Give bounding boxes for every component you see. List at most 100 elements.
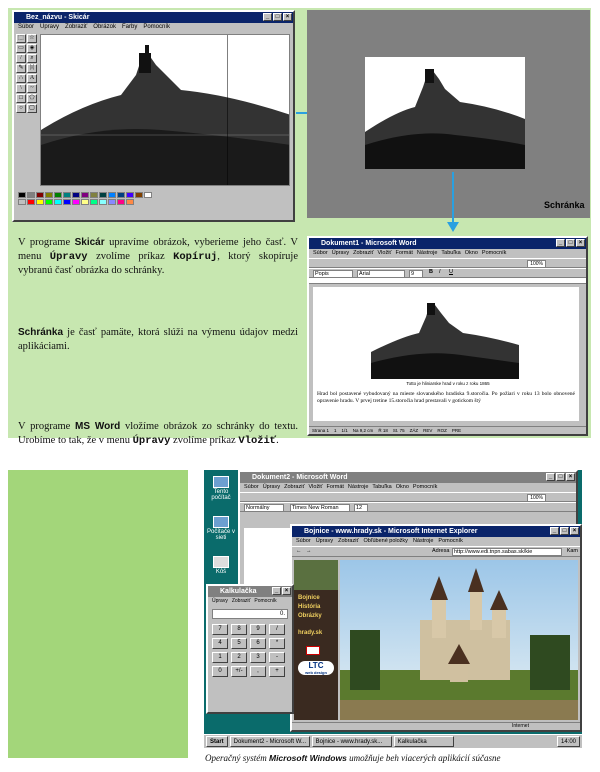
font-select[interactable]: Arial xyxy=(357,270,405,278)
swatch[interactable] xyxy=(81,192,89,198)
zoom-icon[interactable]: ⌕ xyxy=(27,54,37,63)
menu-zobrazit[interactable]: Zobraziť xyxy=(353,249,373,258)
menu-vlozit[interactable]: Vložiť xyxy=(378,249,392,258)
swatch[interactable] xyxy=(126,199,134,205)
swatch[interactable] xyxy=(72,192,80,198)
close-icon[interactable]: × xyxy=(282,587,291,595)
calc-key[interactable]: 7 xyxy=(212,624,228,635)
maximize-icon[interactable]: □ xyxy=(273,13,282,21)
paint-canvas[interactable] xyxy=(40,34,290,186)
close-icon[interactable]: × xyxy=(570,527,579,535)
spray-icon[interactable]: ∴ xyxy=(16,74,26,83)
calc-key[interactable]: 3 xyxy=(250,652,266,663)
close-icon[interactable]: × xyxy=(283,13,292,21)
word-title-bar[interactable]: Dokument1 - Microsoft Word _ □ × xyxy=(309,238,586,249)
style-select[interactable]: Normálny xyxy=(244,504,284,512)
swatch[interactable] xyxy=(108,192,116,198)
swatch[interactable] xyxy=(27,199,35,205)
start-button[interactable]: Start xyxy=(206,736,228,747)
menu-zobrazit[interactable]: Zobraziť xyxy=(232,597,251,606)
recycle-bin-icon[interactable]: Kôš xyxy=(206,556,236,575)
select-icon[interactable]: ⬚ xyxy=(16,34,26,43)
calc-title-bar[interactable]: Kalkulačka _ × xyxy=(208,586,292,597)
network-icon[interactable]: Počítače v sieti xyxy=(206,516,236,541)
calc-key[interactable]: + xyxy=(269,666,285,677)
swatch[interactable] xyxy=(18,192,26,198)
word2-title-bar[interactable]: Dokument2 - Microsoft Word _ □ × xyxy=(240,472,576,483)
calc-key[interactable]: 5 xyxy=(231,638,247,649)
calc-key[interactable]: / xyxy=(269,624,285,635)
swatch[interactable] xyxy=(117,199,125,205)
minimize-icon[interactable]: _ xyxy=(546,473,555,481)
swatch[interactable] xyxy=(144,192,152,198)
swatch[interactable] xyxy=(18,199,26,205)
fill-icon[interactable]: ◈ xyxy=(27,44,37,53)
size-select[interactable]: 9 xyxy=(409,270,423,278)
swatch[interactable] xyxy=(45,199,53,205)
site-name[interactable]: hrady.sk xyxy=(298,629,334,638)
my-computer-icon[interactable]: Tento počítač xyxy=(206,476,236,501)
menu-upravy[interactable]: Úpravy xyxy=(316,537,333,546)
swatch[interactable] xyxy=(81,199,89,205)
menu-subor[interactable]: Súbor xyxy=(296,537,311,546)
menu-upravy[interactable]: Úpravy xyxy=(263,483,280,492)
taskbar-ie[interactable]: Bojnice - www.hrady.sk... xyxy=(311,736,392,747)
ie-title-bar[interactable]: Bojnice - www.hrady.sk - Microsoft Inter… xyxy=(292,526,580,537)
swatch[interactable] xyxy=(99,192,107,198)
menu-nastroje[interactable]: Nástroje xyxy=(348,483,368,492)
swatch[interactable] xyxy=(135,192,143,198)
address-input[interactable]: http://www.edi.tnpn.sabas.sk/kie xyxy=(452,548,562,556)
close-icon[interactable]: × xyxy=(576,239,585,247)
style-select[interactable]: Popis xyxy=(313,270,353,278)
line-icon[interactable]: \ xyxy=(16,84,26,93)
swatch[interactable] xyxy=(72,199,80,205)
menu-upravy[interactable]: Úpravy xyxy=(212,597,228,606)
taskbar-word[interactable]: Dokument2 - Microsoft W... xyxy=(229,736,310,747)
menu-pomocnik[interactable]: Pomocník xyxy=(254,597,276,606)
menu-vlozit[interactable]: Vložiť xyxy=(309,483,323,492)
maximize-icon[interactable]: □ xyxy=(560,527,569,535)
swatch[interactable] xyxy=(36,192,44,198)
calc-key[interactable]: 4 xyxy=(212,638,228,649)
swatch[interactable] xyxy=(63,192,71,198)
swatch[interactable] xyxy=(45,192,53,198)
paint-title-bar[interactable]: Bez_názvu - Skicár _ □ × xyxy=(14,12,293,23)
swatch[interactable] xyxy=(126,192,134,198)
calc-key[interactable]: * xyxy=(269,638,285,649)
font-select[interactable]: Times New Roman xyxy=(290,504,350,512)
menu-pomocnik[interactable]: Pomocník xyxy=(482,249,506,258)
taskbar-calc[interactable]: Kalkulačka xyxy=(393,736,454,747)
menu-upravy[interactable]: Úpravy xyxy=(332,249,349,258)
underline-button[interactable]: U xyxy=(449,269,453,275)
curve-icon[interactable]: ~ xyxy=(27,84,37,93)
text-icon[interactable]: A xyxy=(27,74,37,83)
menu-tabulka[interactable]: Tabuľka xyxy=(372,483,391,492)
maximize-icon[interactable]: □ xyxy=(566,239,575,247)
calc-key[interactable]: 8 xyxy=(231,624,247,635)
swatch[interactable] xyxy=(63,199,71,205)
swatch[interactable] xyxy=(108,199,116,205)
menu-zobrazit[interactable]: Zobraziť xyxy=(338,537,358,546)
back-icon[interactable]: ← xyxy=(296,548,302,554)
minimize-icon[interactable]: _ xyxy=(272,587,281,595)
swatch[interactable] xyxy=(36,199,44,205)
size-select[interactable]: 12 xyxy=(354,504,368,512)
calc-key[interactable]: 0 xyxy=(212,666,228,677)
calc-key[interactable]: 9 xyxy=(250,624,266,635)
swatch[interactable] xyxy=(99,199,107,205)
menu-pomocnik[interactable]: Pomocník xyxy=(413,483,437,492)
rect-icon[interactable]: □ xyxy=(16,94,26,103)
nav-obrazky[interactable]: Obrázky xyxy=(298,612,334,621)
bold-button[interactable]: B xyxy=(429,269,433,275)
swatch[interactable] xyxy=(90,192,98,198)
menu-tabulka[interactable]: Tabuľka xyxy=(441,249,460,258)
menu-obrazok[interactable]: Obrázok xyxy=(93,23,116,32)
menu-subor[interactable]: Súbor xyxy=(18,23,34,32)
go-button[interactable]: Kam xyxy=(567,548,578,554)
minimize-icon[interactable]: _ xyxy=(263,13,272,21)
swatch[interactable] xyxy=(117,192,125,198)
eraser-icon[interactable]: ▭ xyxy=(16,44,26,53)
calc-key[interactable]: - xyxy=(269,652,285,663)
document-page[interactable]: Totto je hliniarske hrad v roku z roku 1… xyxy=(313,287,579,421)
minimize-icon[interactable]: _ xyxy=(550,527,559,535)
